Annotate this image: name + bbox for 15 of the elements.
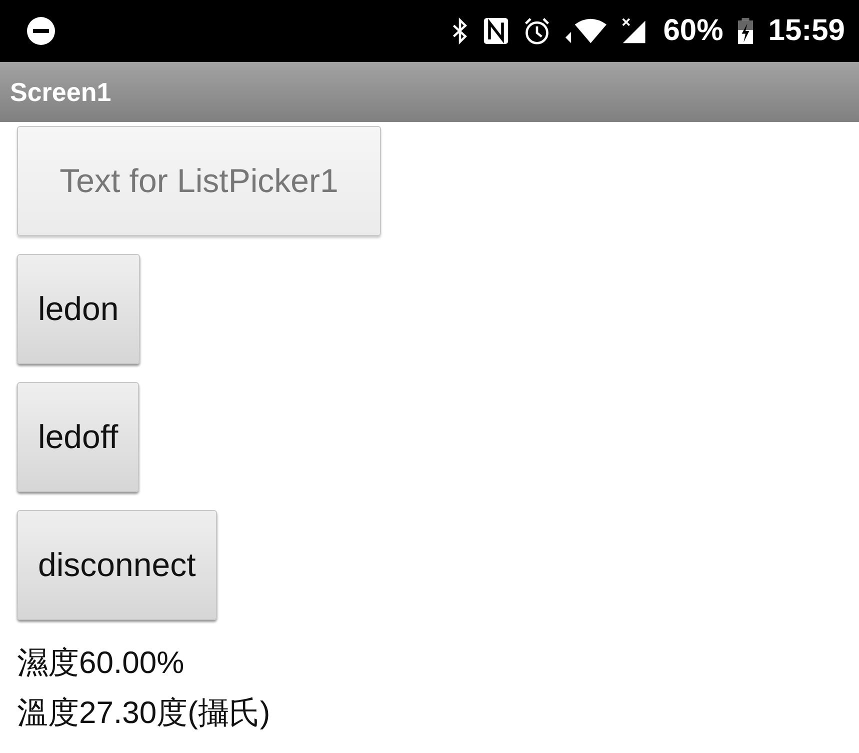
battery-charging-icon xyxy=(737,17,754,45)
battery-percentage: 60% xyxy=(663,14,724,48)
action-button[interactable]: ledon xyxy=(17,254,140,364)
action-button[interactable]: ledoff xyxy=(17,382,140,492)
do-not-disturb-icon xyxy=(26,16,56,46)
screen-title: Screen1 xyxy=(10,76,112,108)
list-picker-button[interactable]: Text for ListPicker1 xyxy=(17,126,381,236)
reading-label: 濕度60.00% xyxy=(17,644,184,682)
reading-label: 溫度27.30度(攝氏) xyxy=(17,694,270,732)
clock-time: 15:59 xyxy=(768,14,845,48)
action-button[interactable]: disconnect xyxy=(17,510,217,620)
bluetooth-icon xyxy=(451,17,470,45)
nfc-icon xyxy=(483,17,510,45)
wifi-icon xyxy=(565,17,608,45)
alarm-icon xyxy=(523,17,552,45)
